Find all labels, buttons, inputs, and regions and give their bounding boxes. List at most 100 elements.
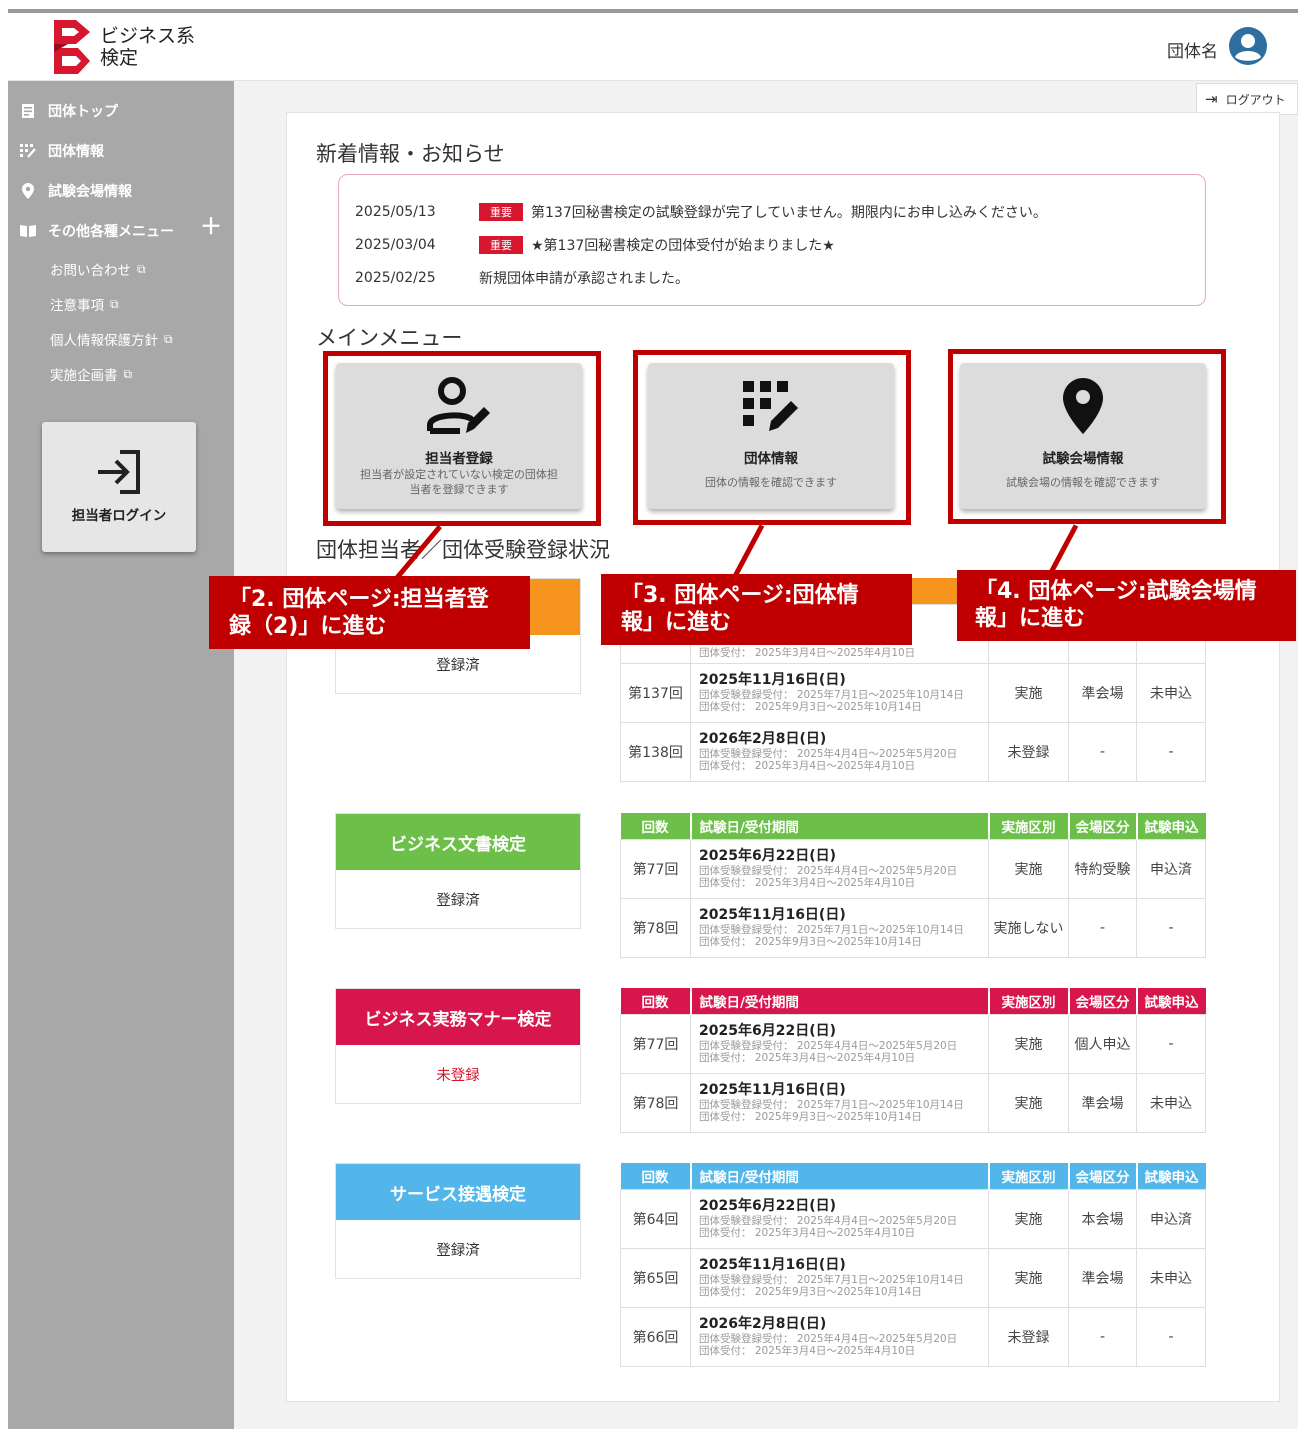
cell-date-sub1: 団体受験登録受付： 2025年7月1日～2025年10月14日 <box>699 1274 964 1286</box>
cell-date-sub2: 団体受付： 2025年9月3日～2025年10月14日 <box>699 1286 922 1298</box>
col-header-round: 回数 <box>641 1169 669 1186</box>
cell-kubun: 実施 <box>988 1072 1069 1133</box>
cell-venue: - <box>1068 897 1137 958</box>
cell-date-sub1: 団体受験登録受付： 2025年4月4日～2025年5月20日 <box>699 1040 958 1052</box>
sidebar-subitem-label: 実施企画書 <box>50 368 118 384</box>
sidebar-item-group-info[interactable]: 団体情報 <box>18 141 104 161</box>
cell-date-sub1: 団体受験登録受付： 2025年4月4日～2025年5月20日 <box>699 1333 958 1345</box>
cell-date-main: 2025年11月16日(日) <box>699 672 846 688</box>
cell-apply: - <box>1136 897 1206 958</box>
cell-date: 2025年6月22日(日) 団体受験登録受付： 2025年4月4日～2025年5… <box>690 1188 989 1249</box>
cell-date-main: 2025年11月16日(日) <box>699 1257 846 1273</box>
col-header-kubun: 実施区別 <box>987 813 1069 839</box>
main-menu-title: メインメニュー <box>316 326 463 350</box>
cell-date: 2026年2月8日(日) 団体受験登録受付： 2025年4月4日～2025年5月… <box>690 1306 989 1367</box>
callout-line: 報」に進む <box>621 610 732 635</box>
sidebar-item-other-menu[interactable]: その他各種メニュー <box>18 221 174 241</box>
cell-apply: 未申込 <box>1136 662 1206 723</box>
callout-venue-info: 「4. 団体ページ:試験会場情 報」に進む <box>957 570 1296 641</box>
staff-login-button[interactable]: 担当者ログイン <box>42 422 196 552</box>
sidebar-subitem-privacy[interactable]: 個人情報保護方針 ⧉ <box>50 329 173 350</box>
cell-kubun: 未登録 <box>988 1306 1069 1367</box>
highlight-box-venue-info <box>948 349 1226 524</box>
document-list-icon <box>18 103 38 119</box>
col-header-date: 試験日/受付期間 <box>689 813 989 839</box>
cell-kubun: 実施 <box>988 662 1069 723</box>
cell-date: 2025年6月22日(日) 団体受験登録受付： 2025年4月4日～2025年5… <box>690 838 989 899</box>
sidebar-item-venue-info[interactable]: 試験会場情報 <box>18 181 132 201</box>
cell-venue: 特約受験 <box>1068 838 1137 899</box>
col-header-kubun: 実施区別 <box>987 988 1069 1014</box>
cell-apply: 申込済 <box>1136 838 1206 899</box>
cell-kubun: 実施 <box>988 1013 1069 1074</box>
news-item[interactable]: 2025/05/13 重要 第137回秘書検定の試験登録が完了していません。期限… <box>355 202 1047 222</box>
exam-status-table: 回数 試験日/受付期間 実施区別 会場区分 試験申込 第77回 2025年6月2… <box>620 813 1206 958</box>
col-header-kubun: 実施区別 <box>987 1163 1069 1189</box>
sidebar-subitem-notes[interactable]: 注意事項 ⧉ <box>50 294 119 315</box>
logout-button[interactable]: ⇥ ログアウト <box>1196 83 1298 115</box>
cell-date-sub1: 団体受験登録受付： 2025年7月1日～2025年10月14日 <box>699 924 964 936</box>
exam-category-card: サービス接遇検定 登録済 <box>335 1163 581 1279</box>
col-header-date: 試験日/受付期間 <box>689 988 989 1014</box>
table-row: 第138回 2026年2月8日(日) 団体受験登録受付： 2025年4月4日～2… <box>620 721 1206 782</box>
user-avatar-icon[interactable] <box>1228 26 1268 66</box>
cell-date: 2025年11月16日(日) 団体受験登録受付： 2025年7月1日～2025年… <box>690 662 989 723</box>
cell-date: 2025年11月16日(日) 団体受験登録受付： 2025年7月1日～2025年… <box>690 1072 989 1133</box>
cell-apply: - <box>1136 1013 1206 1074</box>
cell-venue: 準会場 <box>1068 662 1137 723</box>
cell-date-sub2: 団体受付： 2025年3月4日～2025年4月10日 <box>699 760 916 772</box>
exam-category-name[interactable]: ビジネス文書検定 <box>336 814 580 870</box>
cell-round: 第65回 <box>620 1247 691 1308</box>
sidebar-subitem-contact[interactable]: お問い合わせ ⧉ <box>50 259 146 280</box>
sidebar: 団体トップ 団体情報 試験会場情報 その他各種メニュー ＋ お問い合わせ ⧉ 注… <box>8 81 234 1429</box>
cell-date: 2025年11月16日(日) 団体受験登録受付： 2025年7月1日～2025年… <box>690 897 989 958</box>
callout-group-info: 「3. 団体ページ:団体情 報」に進む <box>601 574 912 645</box>
exam-category-name[interactable]: ビジネス実務マナー検定 <box>336 989 580 1045</box>
news-item[interactable]: 2025/03/04 重要 ★第137回秘書検定の団体受付が始まりました★ <box>355 235 835 255</box>
cell-apply: - <box>1136 721 1206 782</box>
cell-round: 第77回 <box>620 1013 691 1074</box>
brand-name-line2: 検定 <box>100 47 139 69</box>
sidebar-subitem-label: 個人情報保護方針 <box>50 333 158 349</box>
brand-name: ビジネス系 検定 <box>100 25 195 69</box>
brand-name-line1: ビジネス系 <box>100 25 196 47</box>
cell-round: 第137回 <box>620 662 691 723</box>
external-link-icon: ⧉ <box>137 261 146 276</box>
cell-date-sub2: 団体受付： 2025年9月3日～2025年10月14日 <box>699 1111 922 1123</box>
edit-grid-icon <box>18 144 38 158</box>
cell-date-sub1: 団体受験登録受付： 2025年7月1日～2025年10月14日 <box>699 1099 964 1111</box>
cell-date: 2025年11月16日(日) 団体受験登録受付： 2025年7月1日～2025年… <box>690 1247 989 1308</box>
plus-icon[interactable]: ＋ <box>200 217 222 239</box>
exam-category-card: ビジネス実務マナー検定 未登録 <box>335 988 581 1104</box>
sidebar-subitem-plan[interactable]: 実施企画書 ⧉ <box>50 364 133 385</box>
brand-logo[interactable] <box>52 18 92 76</box>
staff-login-label: 担当者ログイン <box>71 508 167 524</box>
callout-line: 「4. 団体ページ:試験会場情 <box>975 579 1257 604</box>
col-header-venue: 会場区分 <box>1067 1163 1137 1189</box>
header: ビジネス系 検定 団体名 <box>8 13 1298 81</box>
col-header-apply: 試験申込 <box>1135 988 1206 1014</box>
col-header-venue: 会場区分 <box>1067 813 1137 839</box>
logout-label: ログアウト <box>1225 92 1286 107</box>
highlight-box-group-info <box>633 350 911 525</box>
cell-apply: 未申込 <box>1136 1072 1206 1133</box>
cell-date: 2026年2月8日(日) 団体受験登録受付： 2025年4月4日～2025年5月… <box>690 721 989 782</box>
col-header-venue: 会場区分 <box>1067 988 1137 1014</box>
cell-venue: - <box>1068 721 1137 782</box>
sidebar-subitem-label: お問い合わせ <box>50 263 131 279</box>
cell-venue: 本会場 <box>1068 1188 1137 1249</box>
table-row: 第77回 2025年6月22日(日) 団体受験登録受付： 2025年4月4日～2… <box>620 838 1206 899</box>
cell-venue: 個人申込 <box>1068 1013 1137 1074</box>
sidebar-item-label: 団体トップ <box>48 104 118 120</box>
sidebar-item-group-top[interactable]: 団体トップ <box>18 101 118 121</box>
col-header-apply: 試験申込 <box>1135 813 1206 839</box>
exam-category-name[interactable]: サービス接遇検定 <box>336 1164 580 1220</box>
cell-date-sub2: 団体受付： 2025年9月3日～2025年10月14日 <box>699 936 922 948</box>
cell-apply: - <box>1136 1306 1206 1367</box>
external-link-icon: ⧉ <box>123 366 133 381</box>
cell-kubun: 実施しない <box>988 897 1069 958</box>
cell-kubun: 実施 <box>988 838 1069 899</box>
cell-date-main: 2025年11月16日(日) <box>699 1082 846 1098</box>
cell-venue: - <box>1068 1306 1137 1367</box>
news-item[interactable]: 2025/02/25 新規団体申請が承認されました。 <box>355 268 689 288</box>
